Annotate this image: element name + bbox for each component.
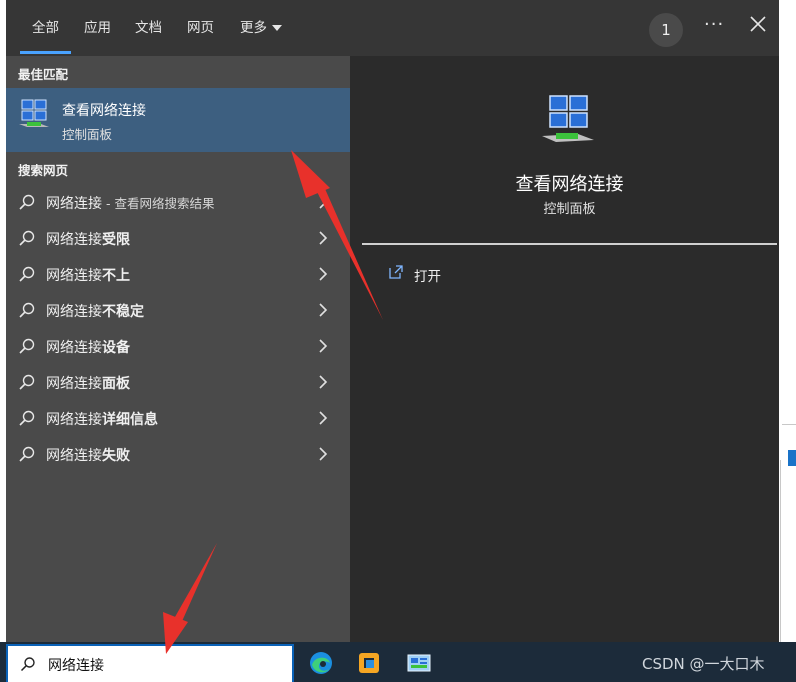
- web-search-result[interactable]: 网络连接不稳定: [6, 292, 350, 328]
- background-divider: [782, 424, 796, 425]
- background-blue-block: [788, 450, 796, 466]
- background-window: [780, 0, 796, 640]
- chevron-right-icon[interactable]: [318, 267, 328, 281]
- search-icon: [19, 302, 35, 318]
- preview-subtitle: 控制面板: [543, 202, 596, 217]
- web-search-result-label: 网络连接 - 查看网络搜索结果: [46, 196, 215, 212]
- search-filter-bar: 全部 应用 文档 网页 更多 1 ···: [6, 0, 779, 56]
- network-connections-icon: [542, 95, 594, 142]
- web-search-result[interactable]: 网络连接不上: [6, 256, 350, 292]
- chevron-right-icon[interactable]: [318, 303, 328, 317]
- results-list: 最佳匹配 查看网络连接 控制面板 搜索网页 网络连接 - 查看网络搜索结果 网络连…: [6, 56, 350, 642]
- tab-web[interactable]: 网页: [187, 18, 214, 42]
- preview-divider: [362, 243, 777, 245]
- watermark-text: CSDN @一大口木: [642, 655, 765, 673]
- taskbar-search-box[interactable]: 网络连接: [6, 644, 294, 682]
- chevron-down-icon: [272, 25, 282, 31]
- chevron-right-icon[interactable]: [318, 375, 328, 389]
- web-search-result-label: 网络连接面板: [46, 376, 130, 392]
- search-icon: [19, 194, 35, 210]
- best-match-heading: 最佳匹配: [18, 67, 69, 82]
- edge-icon[interactable]: [308, 650, 334, 676]
- web-search-result-label: 网络连接不稳定: [46, 304, 144, 320]
- control-panel-icon[interactable]: [406, 650, 432, 676]
- start-search-panel: 全部 应用 文档 网页 更多 1 ··· 最佳匹配 查看网络连接 控制面板 搜索…: [6, 0, 779, 642]
- tab-all[interactable]: 全部: [20, 18, 71, 54]
- search-icon: [19, 266, 35, 282]
- preview-pane: 查看网络连接 控制面板 打开: [362, 68, 777, 642]
- more-options-button[interactable]: ···: [704, 14, 724, 35]
- preview-title: 查看网络连接: [515, 174, 624, 195]
- search-icon: [19, 410, 35, 426]
- best-match-title: 查看网络连接: [62, 103, 146, 119]
- tab-documents[interactable]: 文档: [135, 18, 162, 42]
- close-icon[interactable]: [748, 14, 768, 34]
- web-search-result[interactable]: 网络连接详细信息: [6, 400, 350, 436]
- web-search-result-label: 网络连接失败: [46, 448, 130, 464]
- search-input[interactable]: 网络连接: [48, 655, 104, 675]
- background-divider: [780, 460, 781, 642]
- notification-badge[interactable]: 1: [649, 13, 683, 47]
- taskbar: 网络连接 CSDN @一大口木: [0, 642, 796, 682]
- best-match-subtitle: 控制面板: [62, 127, 113, 142]
- open-external-icon[interactable]: [388, 264, 404, 280]
- web-search-result[interactable]: 网络连接受限: [6, 220, 350, 256]
- search-icon: [20, 657, 35, 672]
- chevron-right-icon[interactable]: [318, 339, 328, 353]
- network-connections-icon: [19, 99, 49, 127]
- web-search-result[interactable]: 网络连接失败: [6, 436, 350, 472]
- web-search-result[interactable]: 网络连接设备: [6, 328, 350, 364]
- web-search-result-label: 网络连接设备: [46, 340, 130, 356]
- chevron-right-icon[interactable]: [318, 411, 328, 425]
- search-icon: [19, 446, 35, 462]
- web-search-result-label: 网络连接受限: [46, 232, 130, 248]
- chevron-right-icon[interactable]: [318, 447, 328, 461]
- web-search-result[interactable]: 网络连接 - 查看网络搜索结果: [6, 184, 350, 220]
- open-action-label[interactable]: 打开: [414, 265, 441, 285]
- search-icon: [19, 230, 35, 246]
- tab-more[interactable]: 更多: [240, 18, 282, 42]
- best-match-item[interactable]: 查看网络连接 控制面板: [6, 88, 350, 152]
- tab-apps[interactable]: 应用: [84, 18, 111, 42]
- web-search-heading: 搜索网页: [18, 163, 69, 178]
- web-search-result-label: 网络连接详细信息: [46, 412, 158, 428]
- web-search-result[interactable]: 网络连接面板: [6, 364, 350, 400]
- office-icon[interactable]: [356, 650, 382, 676]
- web-search-result-label: 网络连接不上: [46, 268, 130, 284]
- search-icon: [19, 374, 35, 390]
- chevron-right-icon[interactable]: [318, 195, 328, 209]
- search-icon: [19, 338, 35, 354]
- chevron-right-icon[interactable]: [318, 231, 328, 245]
